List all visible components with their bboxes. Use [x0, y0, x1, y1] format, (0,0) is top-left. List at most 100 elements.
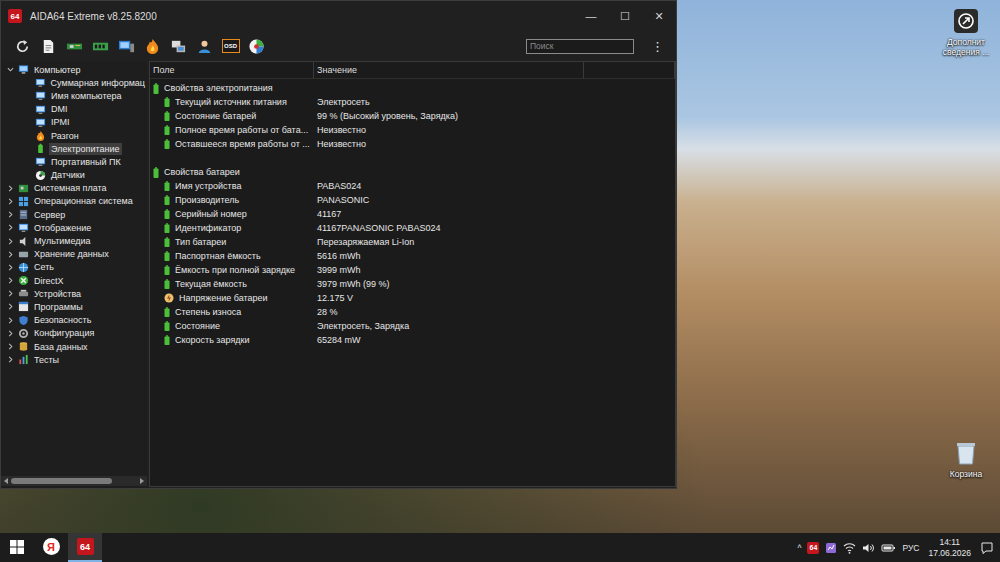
tray-overflow-button[interactable]: ^: [797, 543, 801, 553]
table-row[interactable]: ПроизводительPANASONIC: [150, 193, 675, 207]
tray-app-icon[interactable]: [825, 542, 837, 554]
tree-item[interactable]: Портативный ПК: [1, 155, 147, 168]
table-row[interactable]: Напряжение батареи12.175 V: [150, 291, 675, 305]
network-icon: [18, 262, 29, 273]
tree-item[interactable]: Компьютер: [1, 63, 147, 76]
language-indicator[interactable]: РУС: [902, 543, 919, 553]
horizontal-scrollbar[interactable]: [1, 476, 147, 486]
tree-item[interactable]: Мультимедиа: [1, 234, 147, 247]
tree-item[interactable]: DMI: [1, 103, 147, 116]
chevron-icon[interactable]: [7, 343, 14, 350]
start-button[interactable]: [0, 533, 34, 562]
clock[interactable]: 14:1117.06.2026: [925, 537, 974, 559]
toolbar-button[interactable]: [13, 37, 32, 56]
tree-label: Системная плата: [32, 182, 109, 194]
tree-item[interactable]: Сервер: [1, 208, 147, 221]
chevron-icon[interactable]: [7, 66, 14, 73]
chevron-icon[interactable]: [7, 224, 14, 231]
tree-item[interactable]: Сеть: [1, 261, 147, 274]
chevron-icon[interactable]: [7, 317, 14, 324]
scroll-right-icon[interactable]: [140, 478, 144, 484]
tree-item[interactable]: Программы: [1, 300, 147, 313]
minimize-button[interactable]: —: [574, 1, 608, 31]
maximize-button[interactable]: ☐: [608, 1, 642, 31]
toolbar-button[interactable]: [65, 37, 84, 56]
scroll-thumb[interactable]: [11, 478, 112, 484]
table-row[interactable]: Идентификатор41167PANASONIC PABAS024: [150, 221, 675, 235]
recycle-bin-label: Корзина: [950, 469, 982, 479]
toolbar-button[interactable]: [117, 37, 136, 56]
search-field[interactable]: Поиск: [526, 39, 634, 54]
tree-item[interactable]: Датчики: [1, 169, 147, 182]
chevron-icon[interactable]: [7, 251, 14, 258]
tree-item[interactable]: Конфигурация: [1, 327, 147, 340]
chevron-icon[interactable]: [7, 356, 14, 363]
table-row[interactable]: Состояние батарей99 % (Высокий уровень, …: [150, 109, 675, 123]
table-row[interactable]: Текущая ёмкость3979 mWh (99 %): [150, 277, 675, 291]
section-title[interactable]: Свойства электропитания: [150, 81, 675, 95]
table-row[interactable]: СостояниеЭлектросеть, Зарядка: [150, 319, 675, 333]
chevron-icon[interactable]: [7, 211, 14, 218]
tree-item[interactable]: Безопасность: [1, 314, 147, 327]
close-button[interactable]: ✕: [642, 1, 676, 31]
column-header[interactable]: Значение: [314, 62, 584, 79]
toolbar-button[interactable]: [143, 37, 162, 56]
table-row[interactable]: Имя устройстваPABAS024: [150, 179, 675, 193]
title-bar[interactable]: 64AIDA64 Extreme v8.25.8200—☐✕: [1, 1, 676, 31]
aida-button[interactable]: [247, 37, 266, 56]
voltage-icon: [164, 293, 174, 303]
scroll-left-icon[interactable]: [4, 478, 8, 484]
tree-item[interactable]: Суммарная информац: [1, 76, 147, 89]
tree-item[interactable]: DirectX: [1, 274, 147, 287]
tree-item[interactable]: Хранение данных: [1, 248, 147, 261]
toolbar-button[interactable]: [39, 37, 58, 56]
recycle-bin[interactable]: Корзина: [936, 440, 996, 479]
table-row[interactable]: Серийный номер41167: [150, 207, 675, 221]
volume-icon[interactable]: [862, 542, 875, 554]
section-title[interactable]: Свойства батареи: [150, 165, 675, 179]
table-row[interactable]: Паспортная ёмкость5616 mWh: [150, 249, 675, 263]
toolbar-button[interactable]: [169, 37, 188, 56]
chevron-icon[interactable]: [7, 185, 14, 192]
tree-item[interactable]: Тесты: [1, 353, 147, 366]
scroll-track[interactable]: [11, 478, 137, 484]
chevron-icon[interactable]: [7, 290, 14, 297]
chevron-icon[interactable]: [7, 198, 14, 205]
tree-item[interactable]: IPMI: [1, 116, 147, 129]
osd-button[interactable]: OSD: [221, 37, 240, 56]
tree-item[interactable]: Операционная система: [1, 195, 147, 208]
tree-item[interactable]: Отображение: [1, 221, 147, 234]
chevron-icon[interactable]: [7, 238, 14, 245]
tree-item[interactable]: Устройства: [1, 287, 147, 300]
chevron-icon[interactable]: [7, 303, 14, 310]
table-row[interactable]: Текущий источник питанияЭлектросеть: [150, 95, 675, 109]
table-row[interactable]: Полное время работы от бата...Неизвестно: [150, 123, 675, 137]
chevron-icon[interactable]: [7, 264, 14, 271]
tree-item[interactable]: База данных: [1, 340, 147, 353]
table-row[interactable]: Ёмкость при полной зарядке3999 mWh: [150, 263, 675, 277]
battery-icon[interactable]: [881, 542, 896, 554]
table-row[interactable]: Скорость зарядки65284 mW: [150, 333, 675, 347]
chevron-icon[interactable]: [7, 330, 14, 337]
tree-item[interactable]: Системная плата: [1, 182, 147, 195]
tray-aida-icon[interactable]: 64: [807, 542, 819, 554]
column-header[interactable]: Поле: [150, 62, 314, 79]
yandex-button[interactable]: Я: [34, 533, 68, 562]
wifi-icon[interactable]: [843, 542, 856, 554]
field-cell: Оставшееся время работы от ...: [150, 137, 314, 151]
table-row[interactable]: Оставшееся время работы от ...Неизвестно: [150, 137, 675, 151]
tree-item[interactable]: Электропитание: [1, 142, 147, 155]
toolbar-button[interactable]: [91, 37, 110, 56]
toolbar-button[interactable]: [195, 37, 214, 56]
aida-button[interactable]: 64: [68, 533, 102, 562]
table-row[interactable]: Тип батареиПерезаряжаемая Li-Ion: [150, 235, 675, 249]
desktop-shortcut[interactable]: Дополнит сведения ...: [936, 8, 996, 57]
tree-item[interactable]: Разгон: [1, 129, 147, 142]
chevron-icon[interactable]: [7, 277, 14, 284]
table-row[interactable]: Степень износа28 %: [150, 305, 675, 319]
app-window[interactable]: 64AIDA64 Extreme v8.25.8200—☐✕ OSD Поиск ⋮ К…: [0, 0, 677, 489]
menu-button[interactable]: ⋮: [641, 39, 676, 54]
notification-icon[interactable]: [980, 541, 994, 555]
tree-item[interactable]: Имя компьютера: [1, 89, 147, 102]
battery-icon: [164, 181, 170, 191]
